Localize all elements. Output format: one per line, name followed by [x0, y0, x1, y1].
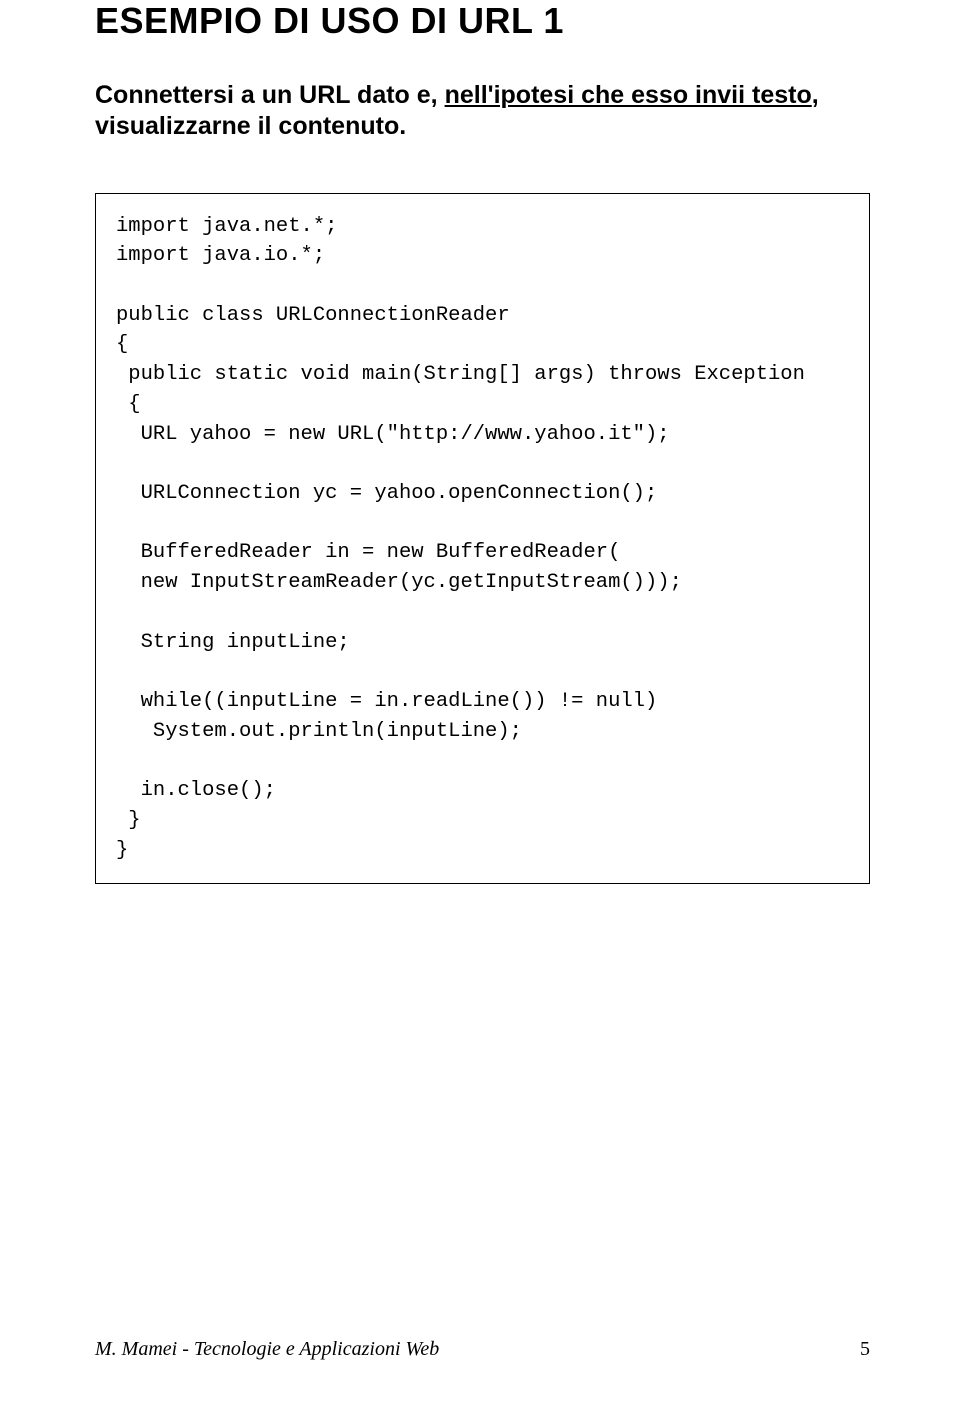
- footer-page-number: 5: [860, 1338, 870, 1361]
- page-footer: M. Mamei - Tecnologie e Applicazioni Web…: [95, 1338, 870, 1361]
- page-title: ESEMPIO DI USO DI URL 1: [95, 0, 870, 42]
- intro-underlined: nell'ipotesi che esso invii testo: [445, 81, 812, 109]
- intro-part1: Connettersi a un URL dato e,: [95, 81, 445, 109]
- footer-left: M. Mamei - Tecnologie e Applicazioni Web: [95, 1338, 439, 1361]
- intro-paragraph: Connettersi a un URL dato e, nell'ipotes…: [95, 80, 870, 143]
- code-block: import java.net.*; import java.io.*; pub…: [95, 193, 870, 885]
